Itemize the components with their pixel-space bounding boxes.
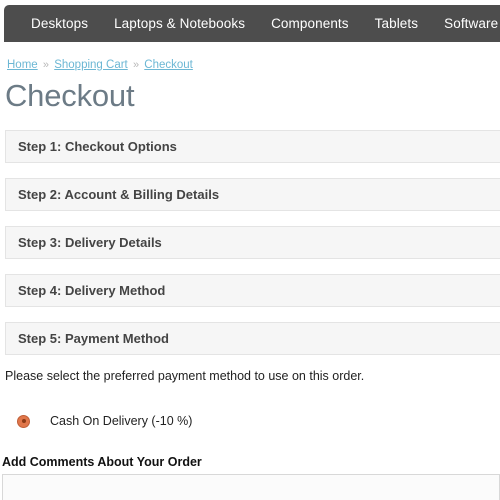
checkout-page: Desktops Laptops & Notebooks Components … <box>0 0 500 500</box>
step-title: Step 3: Delivery Details <box>18 235 162 250</box>
payment-method-instructions: Please select the preferred payment meth… <box>5 369 365 383</box>
step-title: Step 4: Delivery Method <box>18 283 166 298</box>
step-title: Step 1: Checkout Options <box>18 139 177 154</box>
comments-label: Add Comments About Your Order <box>2 455 202 469</box>
step-panel-account-billing-details[interactable]: Step 2: Account & Billing Details <box>5 178 500 211</box>
breadcrumb-item-checkout[interactable]: Checkout <box>144 59 193 71</box>
breadcrumb: Home » Shopping Cart » Checkout <box>0 42 500 71</box>
step-panel-delivery-details[interactable]: Step 3: Delivery Details <box>5 226 500 259</box>
nav-item-desktops[interactable]: Desktops <box>18 5 101 42</box>
radio-selected-icon[interactable] <box>17 414 30 428</box>
nav-item-software[interactable]: Software <box>431 5 500 42</box>
comments-textarea[interactable] <box>2 474 500 500</box>
nav-item-laptops-notebooks[interactable]: Laptops & Notebooks <box>101 5 258 42</box>
breadcrumb-item-shopping-cart[interactable]: Shopping Cart <box>54 59 128 71</box>
nav-item-tablets[interactable]: Tablets <box>362 5 431 42</box>
step-panel-delivery-method[interactable]: Step 4: Delivery Method <box>5 274 500 307</box>
breadcrumb-separator-icon: » <box>132 59 140 71</box>
checkout-steps: Step 1: Checkout Options Step 2: Account… <box>0 130 500 355</box>
nav-item-components[interactable]: Components <box>258 5 362 42</box>
step-title: Step 5: Payment Method <box>18 331 169 346</box>
step-title: Step 2: Account & Billing Details <box>18 187 220 202</box>
step-panel-checkout-options[interactable]: Step 1: Checkout Options <box>5 130 500 163</box>
page-content: Home » Shopping Cart » Checkout Checkout… <box>0 42 500 500</box>
main-navigation: Desktops Laptops & Notebooks Components … <box>4 5 500 42</box>
breadcrumb-item-home[interactable]: Home <box>7 59 38 71</box>
breadcrumb-separator-icon: » <box>42 59 50 71</box>
step-panel-payment-method[interactable]: Step 5: Payment Method <box>5 322 500 355</box>
payment-option-cash-on-delivery[interactable]: Cash On Delivery (-10 %) <box>0 414 500 428</box>
payment-option-label: Cash On Delivery (-10 %) <box>50 414 193 428</box>
page-title: Checkout <box>5 78 135 113</box>
